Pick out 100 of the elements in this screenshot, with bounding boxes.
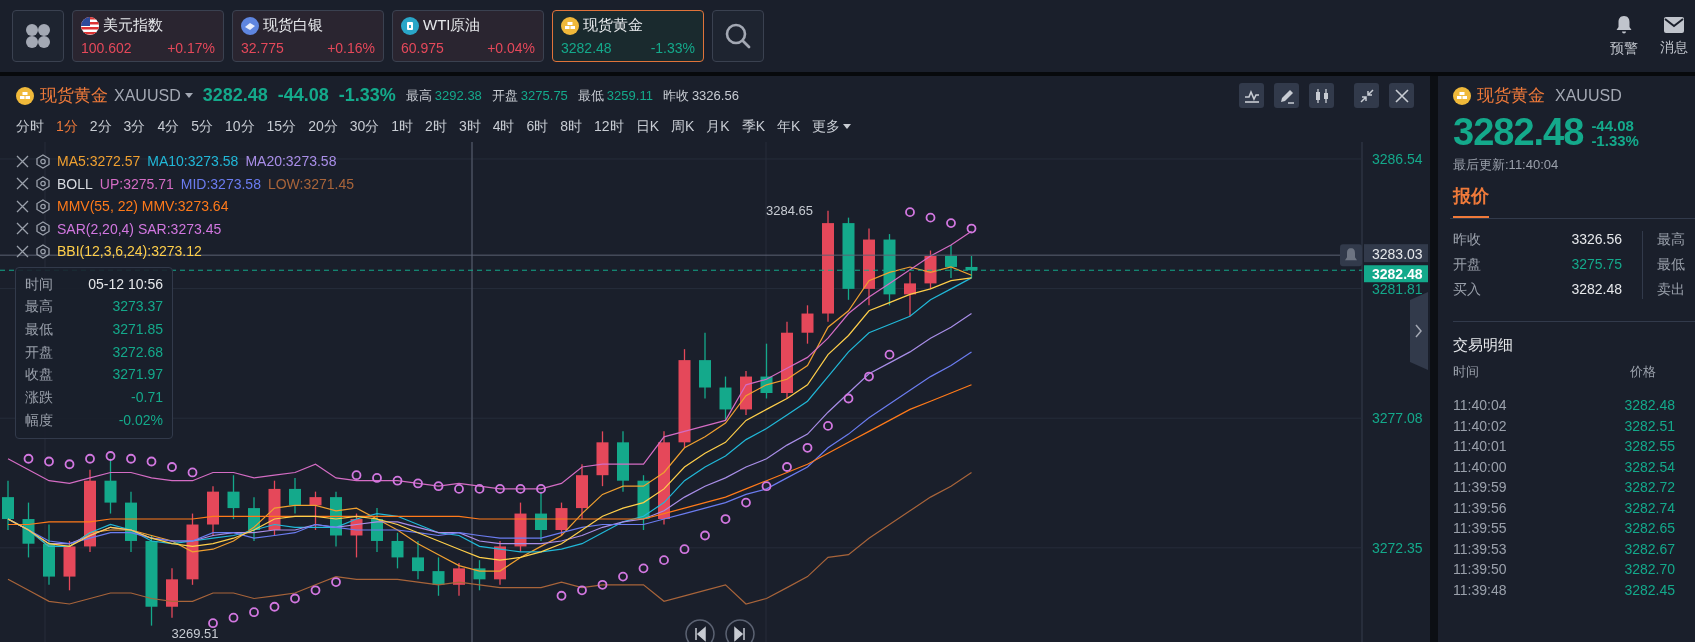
symbol-dropdown[interactable]: XAUUSD (114, 86, 193, 105)
toolbar-action[interactable]: 消息 (1653, 15, 1695, 57)
period-tab[interactable]: 30分 (343, 117, 386, 136)
close-button[interactable] (1389, 83, 1414, 109)
trade-price: 3282.51 (1624, 416, 1675, 436)
indicator-settings-button[interactable] (36, 221, 50, 237)
quote-change: +0.04% (487, 40, 535, 56)
candle (453, 562, 465, 597)
indicator-settings-button[interactable] (36, 153, 50, 169)
quote-name: WTI原油 (423, 16, 481, 35)
indicator-settings-button[interactable] (36, 243, 50, 259)
period-tab[interactable]: 月K (700, 117, 736, 136)
candles-button[interactable] (1309, 83, 1334, 109)
quote-price: 100.602 (81, 40, 132, 56)
tooltip-label: 开盘 (25, 343, 53, 362)
stat-label: 买入 (1453, 281, 1481, 299)
quote-price: 32.775 (241, 40, 284, 56)
stat-value: 3259.11 (606, 88, 653, 104)
indicator-value: BBI(12,3,6,24):3273.12 (57, 243, 202, 260)
apps-menu-button[interactable] (12, 10, 64, 62)
period-tab[interactable]: 8时 (554, 117, 589, 136)
remove-indicator-button[interactable] (16, 222, 29, 236)
candle (207, 485, 219, 536)
stat-value: 3275.75 (1571, 256, 1622, 274)
tooltip-label: 最高 (25, 298, 53, 317)
remove-indicator-button[interactable] (16, 244, 29, 258)
candle (596, 430, 609, 487)
next-button[interactable] (725, 619, 755, 642)
period-tab[interactable]: 6时 (520, 117, 555, 136)
trade-price: 3282.54 (1624, 457, 1675, 477)
period-tab[interactable]: 12时 (588, 117, 630, 136)
period-tab[interactable]: 季K (735, 117, 772, 136)
collapse-button[interactable] (1354, 83, 1379, 109)
toolbar-action[interactable]: 预警 (1603, 14, 1645, 58)
indicator-name: BOLL (57, 175, 93, 192)
sar-dot (495, 483, 505, 494)
period-tab[interactable]: 4时 (486, 117, 521, 136)
price-axis-label: 3281.81 (1372, 280, 1423, 297)
quote-card[interactable]: WTI原油 60.975 +0.04% (392, 10, 544, 62)
remove-indicator-button[interactable] (16, 199, 29, 213)
trade-time: 11:39:55 (1453, 519, 1507, 538)
period-tab[interactable]: 15分 (260, 117, 303, 136)
remove-indicator-button[interactable] (16, 154, 29, 168)
settings-icon (36, 243, 50, 259)
period-tab[interactable]: 1分 (50, 117, 84, 136)
sar-dot (761, 481, 772, 491)
indicator-settings-button[interactable] (36, 176, 50, 192)
period-tab[interactable]: 2分 (83, 117, 118, 136)
indicator-value: MA20:3273.58 (245, 153, 337, 170)
candle (350, 512, 363, 558)
candle (391, 531, 404, 569)
indicator-button[interactable] (1239, 83, 1264, 109)
previous-button[interactable] (685, 619, 715, 642)
candle (166, 567, 178, 619)
period-tab[interactable]: 1时 (385, 117, 420, 136)
sar-dot (167, 461, 177, 472)
four-petal-icon (25, 23, 51, 49)
price-axis-label: 3272.35 (1372, 539, 1423, 556)
sar-dot (700, 530, 710, 541)
period-tab[interactable]: 周K (665, 117, 701, 136)
candle (371, 507, 383, 553)
price-change: -44.08 (277, 85, 329, 107)
period-tab[interactable]: 5分 (185, 117, 219, 136)
quote-change: -1.33% (650, 40, 695, 56)
sar-dot (146, 456, 157, 467)
sar-dot (433, 481, 444, 491)
ingot-stack-icon (1453, 86, 1471, 105)
close-icon (1394, 88, 1409, 103)
sar-dot (618, 571, 628, 582)
alert-bell-button[interactable] (1340, 243, 1362, 266)
indicator-value: MMV(55, 22) MMV:3273.64 (57, 198, 229, 215)
candlestick-icon (1313, 87, 1330, 104)
sar-dot (782, 461, 792, 472)
stat-label: 卖出 (1657, 281, 1685, 299)
period-tab[interactable]: 3分 (117, 117, 152, 136)
period-tab[interactable]: 10分 (219, 117, 261, 136)
period-tab[interactable]: 2时 (419, 117, 453, 136)
period-tab[interactable]: 分时 (10, 117, 50, 136)
period-tab[interactable]: 日K (629, 117, 665, 136)
tooltip-value: 3271.85 (112, 321, 163, 340)
period-tab[interactable]: 3时 (452, 117, 487, 136)
stat-label: 昨收 (662, 86, 689, 105)
quote-card[interactable]: 美元指数 100.602 +0.17% (72, 10, 224, 62)
indicator-value: LOW:3271.45 (267, 175, 355, 192)
quote-change: +0.17% (167, 40, 215, 56)
indicator-settings-button[interactable] (36, 198, 50, 214)
trade-price: 3282.70 (1624, 560, 1675, 579)
pen-button[interactable] (1274, 83, 1299, 109)
search-button[interactable] (712, 10, 764, 62)
period-tab[interactable]: 年K (771, 117, 807, 136)
price-change-percent: -1.33% (338, 85, 396, 107)
quote-card[interactable]: 现货黄金 3282.48 -1.33% (552, 10, 704, 62)
remove-indicator-button[interactable] (16, 177, 29, 191)
crosshair-price-label: 3283.03 (1364, 243, 1428, 262)
period-tab[interactable]: 20分 (302, 117, 344, 136)
stat-value: 3275.75 (520, 88, 568, 104)
quote-card[interactable]: 现货白银 32.775 +0.16% (232, 10, 384, 62)
period-tab[interactable]: 更多 (806, 117, 858, 136)
period-tab[interactable]: 4分 (151, 117, 186, 136)
quote-tab[interactable]: 报价 (1453, 182, 1489, 218)
